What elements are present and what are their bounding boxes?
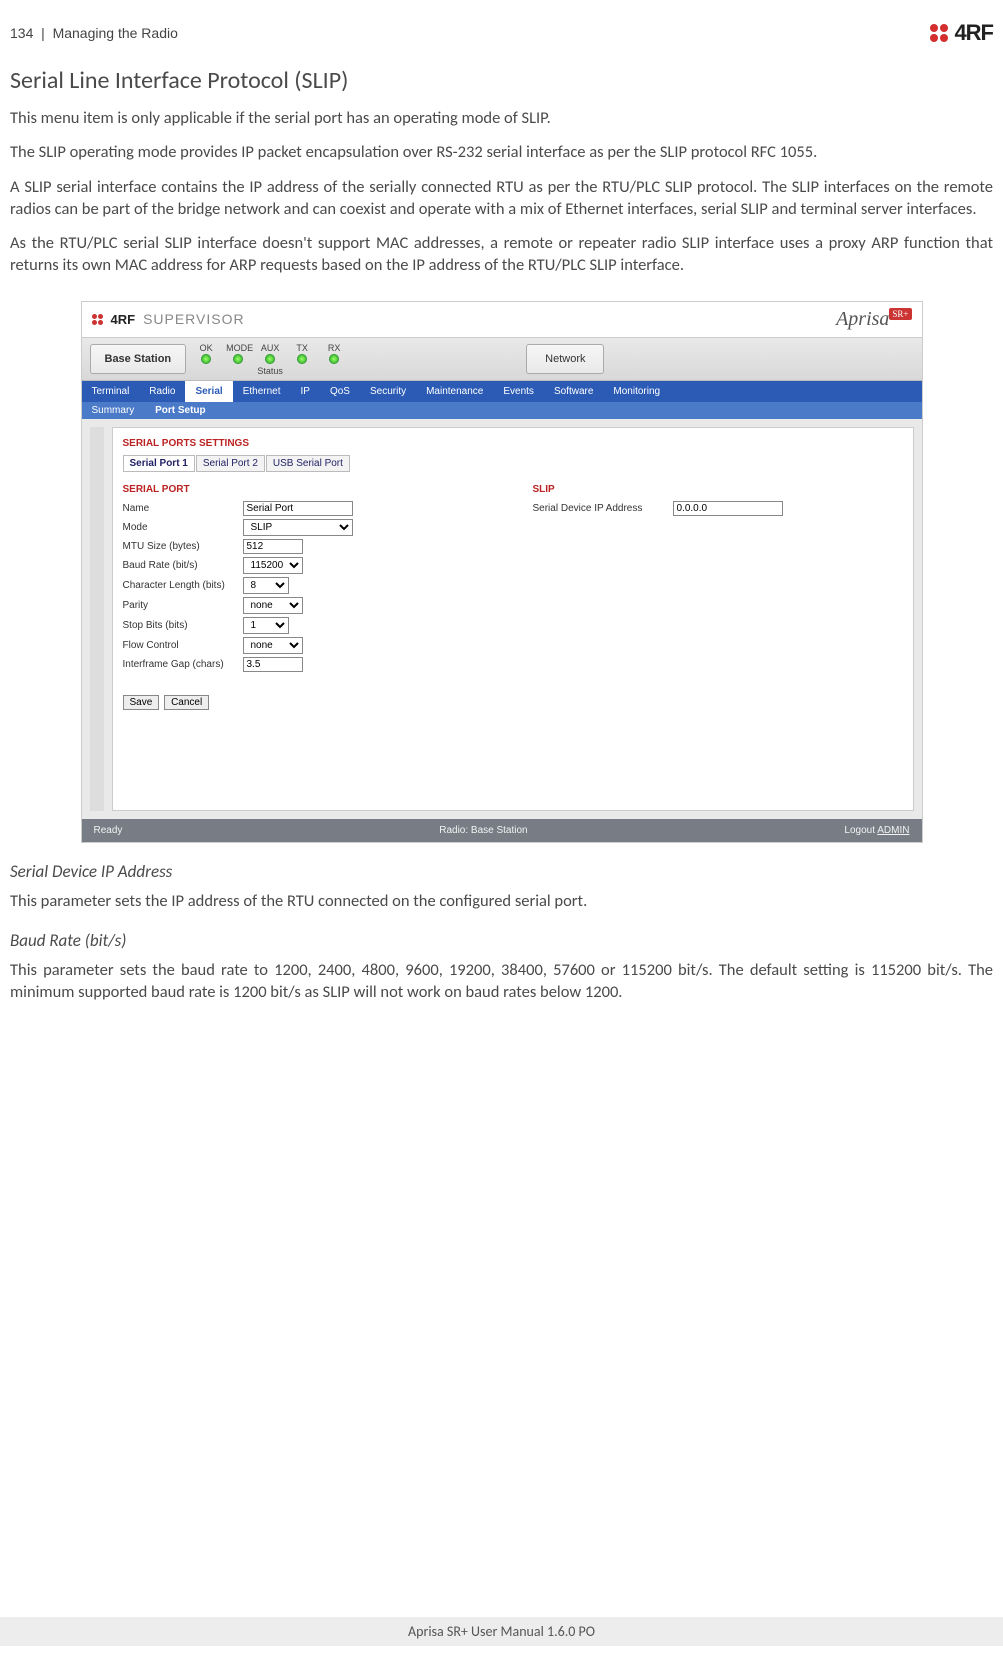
gap-input[interactable] <box>243 657 303 672</box>
led-tx-icon <box>297 354 307 364</box>
mode-select[interactable]: SLIP <box>243 519 353 536</box>
footer-radio: Radio: Base Station <box>439 825 527 836</box>
name-label: Name <box>123 503 243 514</box>
chlen-label: Character Length (bits) <box>123 580 243 591</box>
sv-sr-badge: SR+ <box>889 308 911 320</box>
nav-monitoring[interactable]: Monitoring <box>603 381 670 402</box>
mode-label: Mode <box>123 522 243 533</box>
serdev-label: Serial Device IP Address <box>533 503 673 514</box>
led-label-mode: MODE <box>226 343 253 353</box>
led-label-aux: AUX <box>261 343 280 353</box>
led-label-ok: OK <box>200 343 213 353</box>
parity-select[interactable]: none <box>243 597 303 614</box>
baud-select[interactable]: 115200 <box>243 557 303 574</box>
paragraph-1: This menu item is only applicable if the… <box>10 107 993 129</box>
stop-label: Stop Bits (bits) <box>123 620 243 631</box>
logout-label: Logout <box>844 825 875 836</box>
nav-security[interactable]: Security <box>360 381 416 402</box>
nav-maintenance[interactable]: Maintenance <box>416 381 493 402</box>
logo-dots-icon <box>930 24 948 42</box>
sv-aprisa-text: Aprisa <box>836 308 889 330</box>
status-label: Status <box>194 366 346 376</box>
flow-label: Flow Control <box>123 640 243 651</box>
panel-heading: SERIAL PORTS SETTINGS <box>123 438 903 449</box>
serial-settings-panel: SERIAL PORTS SETTINGS Serial Port 1 Seri… <box>112 427 914 811</box>
tab-serial-port-2[interactable]: Serial Port 2 <box>196 455 265 472</box>
sv-status-bar: Base Station OK MODE AUX TX RX Status Ne… <box>82 337 922 381</box>
supervisor-screenshot: 4RF SUPERVISOR AprisaSR+ Base Station OK… <box>81 301 923 843</box>
nav-serial[interactable]: Serial <box>185 381 232 402</box>
stop-select[interactable]: 1 <box>243 617 289 634</box>
chlen-select[interactable]: 8 <box>243 577 289 594</box>
led-mode-icon <box>233 354 243 364</box>
footer-ready: Ready <box>94 825 123 836</box>
subnav-summary[interactable]: Summary <box>92 405 135 416</box>
nav-terminal[interactable]: Terminal <box>82 381 140 402</box>
body-serial-device-ip: This parameter sets the IP address of th… <box>10 890 993 912</box>
serial-port-subhead: SERIAL PORT <box>123 484 493 495</box>
paragraph-2: The SLIP operating mode provides IP pack… <box>10 141 993 163</box>
network-button[interactable]: Network <box>526 344 604 374</box>
nav-qos[interactable]: QoS <box>320 381 360 402</box>
gap-label: Interframe Gap (chars) <box>123 659 243 670</box>
save-button[interactable]: Save <box>123 695 160 710</box>
nav-software[interactable]: Software <box>544 381 603 402</box>
cancel-button[interactable]: Cancel <box>164 695 209 710</box>
brand-logo-4rf: 4RF <box>930 20 993 46</box>
base-station-button[interactable]: Base Station <box>90 344 187 374</box>
led-ok-icon <box>201 354 211 364</box>
page-footer: Aprisa SR+ User Manual 1.6.0 PO <box>0 1617 1003 1646</box>
tab-serial-port-1[interactable]: Serial Port 1 <box>123 455 195 472</box>
sv-left-gutter <box>90 427 104 811</box>
mtu-label: MTU Size (bytes) <box>123 541 243 552</box>
body-baud-rate: This parameter sets the baud rate to 120… <box>10 959 993 1004</box>
paragraph-4: As the RTU/PLC serial SLIP interface doe… <box>10 232 993 277</box>
subheading-baud-rate: Baud Rate (bit/s) <box>10 930 993 951</box>
sub-navbar: Summary Port Setup <box>82 402 922 419</box>
baud-label: Baud Rate (bit/s) <box>123 560 243 571</box>
header-section: Managing the Radio <box>53 25 178 41</box>
page-number: 134 <box>10 25 33 41</box>
main-navbar: Terminal Radio Serial Ethernet IP QoS Se… <box>82 381 922 402</box>
nav-ethernet[interactable]: Ethernet <box>233 381 291 402</box>
name-input[interactable] <box>243 501 353 516</box>
sv-brand-4rf: 4RF <box>111 312 136 327</box>
mtu-input[interactable] <box>243 539 303 554</box>
slip-subhead: SLIP <box>533 484 903 495</box>
subnav-port-setup[interactable]: Port Setup <box>155 405 206 416</box>
nav-events[interactable]: Events <box>493 381 544 402</box>
page-header: 134 | Managing the Radio 4RF <box>10 20 993 46</box>
sv-supervisor-label: SUPERVISOR <box>143 311 245 327</box>
sv-branding: 4RF SUPERVISOR <box>92 308 245 331</box>
serdev-input[interactable] <box>673 501 783 516</box>
sv-footer: Ready Radio: Base Station Logout ADMIN <box>82 819 922 842</box>
nav-ip[interactable]: IP <box>291 381 320 402</box>
flow-select[interactable]: none <box>243 637 303 654</box>
led-label-tx: TX <box>296 343 308 353</box>
sv-aprisa-logo: AprisaSR+ <box>836 308 911 331</box>
parity-label: Parity <box>123 600 243 611</box>
logout-link[interactable]: ADMIN <box>877 825 909 836</box>
nav-radio[interactable]: Radio <box>139 381 185 402</box>
brand-text: 4RF <box>954 20 993 46</box>
led-rx-icon <box>329 354 339 364</box>
sv-logo-dots-icon <box>92 314 103 325</box>
led-aux-icon <box>265 354 275 364</box>
led-label-rx: RX <box>328 343 341 353</box>
subheading-serial-device-ip: Serial Device IP Address <box>10 861 993 882</box>
page-title: Serial Line Interface Protocol (SLIP) <box>10 66 993 95</box>
paragraph-3: A SLIP serial interface contains the IP … <box>10 176 993 221</box>
tab-usb-serial-port[interactable]: USB Serial Port <box>266 455 350 472</box>
